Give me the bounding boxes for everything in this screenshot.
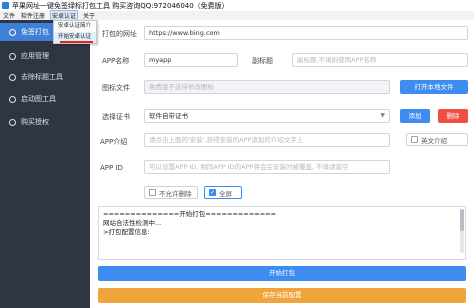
appname-label: APP名称	[102, 57, 130, 65]
log-line: ==============开始打包=============	[103, 210, 277, 218]
log-line: 网站合法性检测中...	[103, 219, 162, 227]
no-delete-checkbox[interactable]: 不允许删除	[144, 186, 198, 199]
checkbox-icon	[149, 189, 156, 196]
url-label: 打包的网址	[102, 30, 137, 38]
start-pack-button[interactable]: 开始打包	[98, 266, 466, 281]
license-icon	[9, 118, 16, 126]
subtitle-label: 副标题	[252, 57, 273, 65]
add-cert-button[interactable]: 添加	[400, 109, 430, 123]
no-delete-label: 不允许删除	[159, 189, 192, 198]
sidebar-item-app-manage[interactable]: 应用管理	[0, 47, 90, 65]
menu-register[interactable]: 软件注册	[21, 11, 45, 20]
cert-select-value: 软件自带证书	[149, 112, 188, 120]
title-bar: 苹果网址一键免签绿标打包工具 购买咨询QQ:972046040（免费版）	[0, 0, 474, 11]
fullscreen-checkbox[interactable]: ✓ 全屏	[204, 186, 242, 199]
icon-label: 图标文件	[102, 84, 130, 92]
pack-icon	[9, 28, 16, 36]
english-intro-checkbox[interactable]: 英文介绍	[406, 133, 468, 146]
sidebar-item-label: 去除标题工具	[21, 73, 63, 81]
scrollbar-thumb[interactable]	[460, 209, 464, 231]
intro-label: APP介绍	[100, 138, 128, 146]
menu-file[interactable]: 文件	[3, 11, 15, 20]
app-logo-icon	[2, 2, 9, 9]
checkbox-icon	[411, 136, 418, 143]
sidebar-item-label: 应用管理	[21, 52, 49, 60]
title-tool-icon	[9, 73, 16, 81]
english-intro-label: 英文介绍	[421, 136, 447, 145]
window-title: 苹果网址一键免签绿标打包工具 购买咨询QQ:972046040（免费版）	[12, 1, 229, 10]
appid-label: APP ID	[100, 164, 123, 172]
menu-bar: 文件 软件注册 安卓认证 关于	[0, 10, 474, 21]
open-local-file-button[interactable]: 打开本地文件	[400, 80, 468, 94]
main-panel: 打包的网址 https://www.bing.com APP名称 myapp 副…	[90, 20, 474, 308]
chevron-down-icon: ▼	[380, 112, 385, 119]
delete-cert-button[interactable]: 删除	[438, 109, 468, 123]
menu-about[interactable]: 关于	[83, 11, 95, 20]
sidebar-item-label: 免签打包	[21, 28, 49, 36]
cert-label: 选择证书	[102, 113, 130, 121]
subtitle-input[interactable]: 副标题,不填则使用APP名称	[292, 53, 468, 67]
sidebar-item-remove-title[interactable]: 去除标题工具	[0, 68, 90, 86]
appname-input[interactable]: myapp	[144, 53, 238, 67]
save-config-button[interactable]: 保存当前配置	[98, 288, 466, 303]
apps-icon	[9, 52, 16, 60]
sidebar-item-launch-image[interactable]: 启动图工具	[0, 90, 90, 108]
dropdown-item-cert-intro[interactable]: 安卓认证简介	[54, 21, 96, 32]
intro-input[interactable]: 请点击上面的'安装',获得安装的APP添加的介绍文字上	[144, 133, 390, 147]
fullscreen-label: 全屏	[219, 189, 232, 198]
url-input[interactable]: https://www.bing.com	[144, 26, 468, 40]
image-icon	[9, 95, 16, 103]
log-scrollbar[interactable]	[460, 209, 464, 253]
menu-android-cert[interactable]: 安卓认证	[50, 10, 79, 21]
log-output[interactable]: ==============开始打包============= 网站合法性检测中…	[98, 206, 466, 260]
icon-file-input: 免费版不支持修改图标	[144, 80, 390, 94]
appid-input[interactable]: 可以设置APP ID, 相同APP ID的APP将会在安装时被覆盖, 不填请留空	[144, 160, 390, 174]
check-icon: ✓	[209, 189, 216, 196]
sidebar-item-label: 启动图工具	[21, 95, 56, 103]
cert-select[interactable]: 软件自带证书 ▼	[144, 109, 390, 123]
sidebar-item-buy-license[interactable]: 购买授权	[0, 113, 90, 131]
log-line: >打包配置信息:	[103, 228, 150, 236]
sidebar-item-label: 购买授权	[21, 118, 49, 126]
highlight-underline	[60, 41, 93, 43]
sidebar: 免签打包 应用管理 去除标题工具 启动图工具 购买授权	[0, 20, 90, 308]
